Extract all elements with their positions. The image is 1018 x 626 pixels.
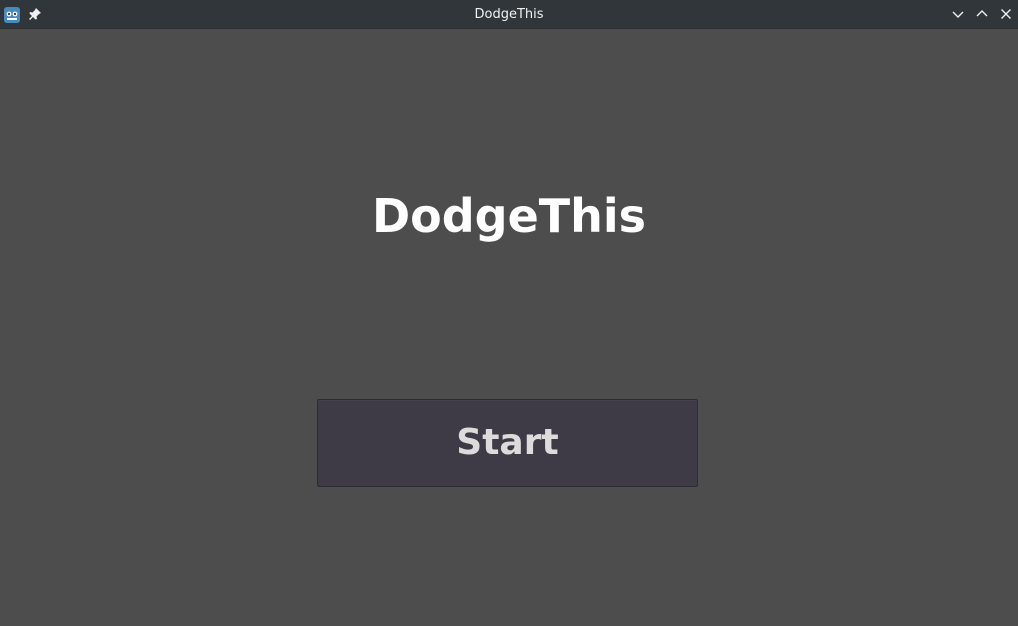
- window-title: DodgeThis: [474, 7, 544, 22]
- window-titlebar[interactable]: DodgeThis: [0, 0, 1018, 29]
- game-title: DodgeThis: [371, 189, 647, 243]
- minimize-icon[interactable]: [950, 6, 966, 22]
- maximize-icon[interactable]: [974, 6, 990, 22]
- game-viewport: DodgeThis Start: [0, 29, 1018, 626]
- close-icon[interactable]: [998, 6, 1014, 22]
- game-window: DodgeThis DodgeThis Start: [0, 0, 1018, 626]
- start-button[interactable]: Start: [317, 399, 698, 487]
